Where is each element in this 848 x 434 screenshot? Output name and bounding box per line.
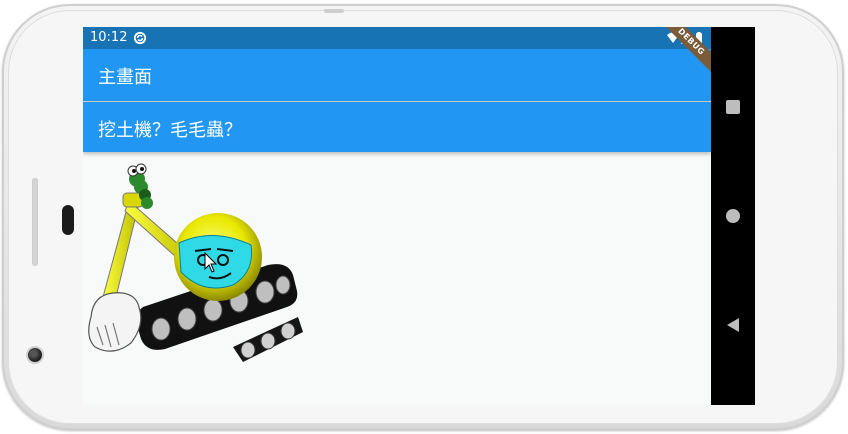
page-title: 主畫面 (98, 67, 152, 88)
device-screen: 10:12 主畫面 挖土機？毛毛蟲？ DEBUG (83, 27, 755, 405)
front-camera (28, 348, 42, 362)
sensor-pill (62, 205, 74, 235)
back-triangle-icon[interactable] (725, 317, 741, 333)
header-text: 挖土機？毛毛蟲？ (98, 120, 242, 141)
top-notch (324, 9, 344, 13)
excavator-body (174, 213, 262, 301)
header-banner: 挖土機？毛毛蟲？ (83, 102, 711, 152)
home-circle-icon[interactable] (725, 208, 741, 224)
speaker-grille (32, 178, 38, 266)
excavator-caterpillar-image (88, 163, 303, 362)
status-time: 10:12 (90, 30, 128, 45)
overview-square-icon[interactable] (725, 99, 741, 115)
navigation-bar (711, 27, 755, 405)
status-bar: 10:12 (83, 27, 711, 49)
glove-bucket (88, 292, 142, 352)
app-bar: 主畫面 (83, 49, 711, 101)
sync-icon (133, 31, 147, 45)
app-area: 10:12 主畫面 挖土機？毛毛蟲？ DEBUG (83, 27, 725, 405)
